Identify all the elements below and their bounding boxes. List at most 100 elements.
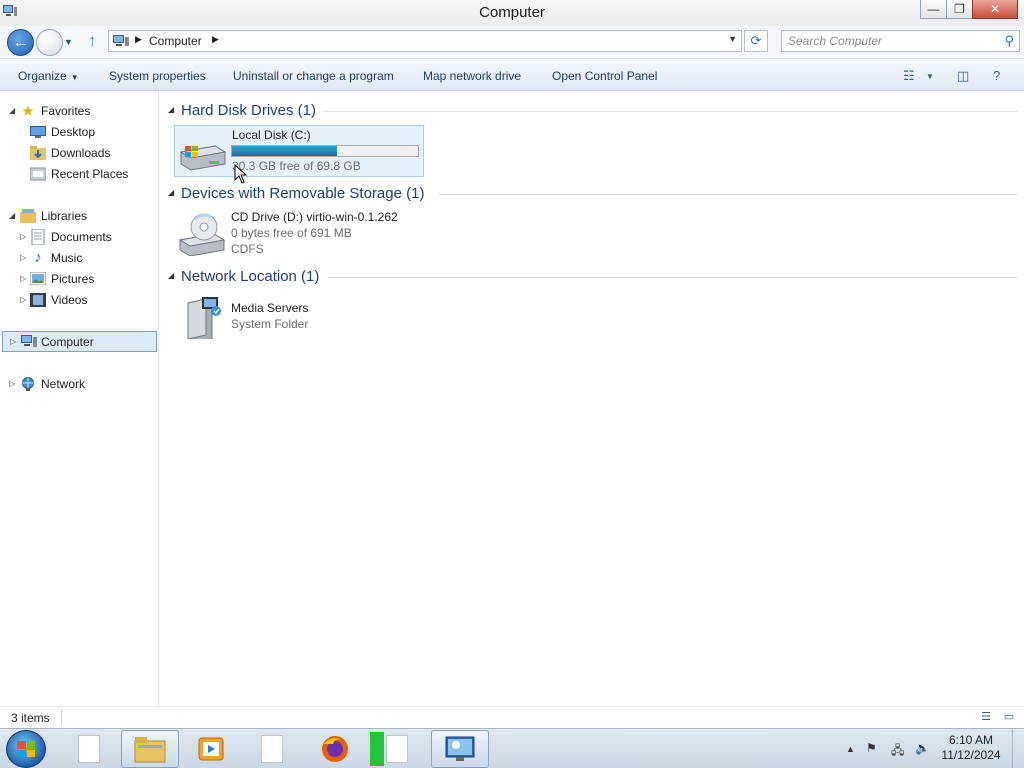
documents-icon (30, 228, 46, 245)
window-controls: — ❐ ✕ (920, 0, 1018, 20)
expanded-arrow-icon[interactable]: ◢ (9, 211, 17, 220)
sidebar-item-label: Favorites (41, 103, 91, 118)
downloads-folder-icon (30, 145, 46, 161)
sidebar-item-computer[interactable]: ▷ Computer (2, 331, 157, 352)
recent-locations-dropdown[interactable]: ▼ (64, 37, 74, 47)
document-icon (78, 735, 100, 763)
restore-button[interactable]: ❐ (946, 0, 973, 19)
taskbar-blank-document-2[interactable] (243, 730, 301, 768)
recent-places-icon (30, 166, 46, 182)
group-divider (328, 277, 1018, 278)
sidebar-item-network[interactable]: ▷ Network (0, 374, 158, 393)
map-network-drive-button[interactable]: Map network drive (423, 69, 521, 83)
address-bar[interactable]: ▶ Computer ▶ ▼ (108, 30, 742, 52)
open-control-panel-button[interactable]: Open Control Panel (552, 69, 657, 83)
network-status-icon[interactable]: 🖧 (891, 741, 904, 762)
refresh-button[interactable]: ⟳ (744, 30, 768, 52)
drive-free-space: 0 bytes free of 691 MB (231, 226, 352, 240)
action-center-flag-icon[interactable]: ⚑ (866, 741, 877, 755)
back-button[interactable]: ← (7, 29, 34, 56)
details-view-icon[interactable]: ☰ (978, 710, 994, 724)
computer-icon (21, 334, 37, 350)
collapsed-arrow-icon[interactable]: ▷ (10, 337, 18, 346)
music-note-icon: ♪ (34, 249, 42, 266)
collapsed-arrow-icon[interactable]: ▷ (20, 274, 28, 283)
media-player-icon (198, 737, 224, 761)
close-button[interactable]: ✕ (972, 0, 1018, 19)
collapsed-arrow-icon[interactable]: ▷ (20, 253, 28, 262)
collapse-group-icon[interactable]: ◢ (168, 188, 174, 197)
forward-button[interactable] (36, 29, 63, 56)
taskbar-media-player[interactable] (182, 730, 240, 768)
help-icon[interactable]: ? (993, 68, 1000, 83)
start-button[interactable] (6, 730, 46, 768)
uninstall-program-button[interactable]: Uninstall or change a program (233, 69, 394, 83)
sidebar-item-label: Documents (51, 229, 112, 244)
search-box[interactable]: ⚲ (781, 30, 1020, 52)
media-server-icon (187, 297, 221, 339)
search-icon[interactable]: ⚲ (1004, 33, 1014, 49)
sidebar-item-label: Network (41, 376, 86, 391)
show-hidden-icons-icon[interactable]: ▲ (846, 744, 855, 754)
collapsed-arrow-icon[interactable]: ▷ (9, 379, 17, 388)
sidebar-item-music[interactable]: ▷ ♪ Music (0, 248, 158, 267)
chevron-right-icon[interactable]: ▶ (135, 34, 142, 45)
group-title: Devices with Removable Storage (1) (181, 185, 425, 202)
collapse-group-icon[interactable]: ◢ (168, 105, 174, 114)
system-properties-button[interactable]: System properties (109, 69, 206, 83)
sidebar-item-videos[interactable]: ▷ Videos (0, 290, 158, 309)
group-divider (438, 194, 1018, 195)
organize-menu[interactable]: Organize ▼ (18, 69, 79, 83)
search-input[interactable] (788, 34, 998, 48)
system-clock[interactable]: 6:10 AM 11/12/2024 (936, 733, 1006, 763)
sidebar-item-libraries[interactable]: ◢ Libraries (0, 206, 158, 225)
drive-file-system: CDFS (231, 242, 264, 256)
taskbar-blank-document[interactable] (60, 730, 118, 768)
taskbar-file-explorer[interactable] (121, 730, 179, 768)
minimize-button[interactable]: — (920, 0, 947, 19)
sidebar-item-pictures[interactable]: ▷ Pictures (0, 269, 158, 288)
chevron-down-icon: ▼ (70, 73, 79, 82)
drive-name: CD Drive (D:) virtio-win-0.1.262 (231, 210, 398, 224)
collapsed-arrow-icon[interactable]: ▷ (20, 232, 28, 241)
taskbar-firefox[interactable] (306, 730, 364, 768)
chevron-right-icon[interactable]: ▶ (212, 34, 219, 45)
window-title: Computer (479, 4, 545, 21)
libraries-icon (20, 208, 36, 224)
large-icons-view-icon[interactable]: ▭ (1001, 710, 1017, 724)
sidebar-item-downloads[interactable]: Downloads (0, 143, 158, 162)
collapsed-arrow-icon[interactable]: ▷ (20, 295, 28, 304)
taskbar-remote-desktop[interactable] (431, 730, 489, 768)
group-header-hard-disk-drives[interactable]: ◢ Hard Disk Drives (1) (168, 101, 1018, 121)
sidebar-item-label: Computer (41, 334, 94, 349)
star-icon: ★ (21, 102, 35, 120)
group-header-network-location[interactable]: ◢ Network Location (1) (168, 267, 1018, 287)
group-header-removable-storage[interactable]: ◢ Devices with Removable Storage (1) (168, 184, 1018, 204)
drive-tile-local-disk-c[interactable]: Local Disk (C:) 30.3 GB free of 69.8 GB (174, 125, 424, 177)
breadcrumb-computer[interactable]: Computer (149, 34, 202, 48)
group-divider (323, 111, 1018, 112)
sidebar-item-label: Videos (51, 292, 88, 307)
taskbar-progress-indicator (370, 732, 384, 766)
location-tile-media-servers[interactable]: Media Servers System Folder (174, 291, 424, 343)
sidebar-item-desktop[interactable]: Desktop (0, 122, 158, 141)
expanded-arrow-icon[interactable]: ◢ (9, 106, 17, 115)
view-options-chevron-icon[interactable]: ▼ (926, 72, 934, 81)
content-pane: ◢ Hard Disk Drives (1) Local Disk (C:) 3… (160, 92, 1024, 706)
preview-pane-icon[interactable]: ◫ (957, 68, 969, 84)
drive-tile-cd-drive-d[interactable]: CD Drive (D:) virtio-win-0.1.262 0 bytes… (174, 208, 424, 260)
sidebar-item-documents[interactable]: ▷ Documents (0, 227, 158, 246)
taskbar-document-progress[interactable] (368, 730, 426, 768)
desktop-icon (30, 124, 46, 140)
item-count: 3 items (11, 711, 50, 725)
sidebar-item-label: Pictures (51, 271, 95, 286)
collapse-group-icon[interactable]: ◢ (168, 271, 174, 280)
show-desktop-button[interactable] (1012, 729, 1024, 768)
sidebar-item-recent-places[interactable]: Recent Places (0, 164, 158, 183)
up-button[interactable]: ↑ (88, 32, 104, 50)
command-bar: Organize ▼ System properties Uninstall or… (0, 58, 1024, 91)
volume-muted-icon[interactable]: 🔈 (915, 741, 930, 755)
change-view-icon[interactable]: ☷ (903, 68, 915, 84)
address-dropdown-icon[interactable]: ▼ (728, 34, 737, 44)
sidebar-item-favorites[interactable]: ◢ ★ Favorites (0, 101, 158, 120)
